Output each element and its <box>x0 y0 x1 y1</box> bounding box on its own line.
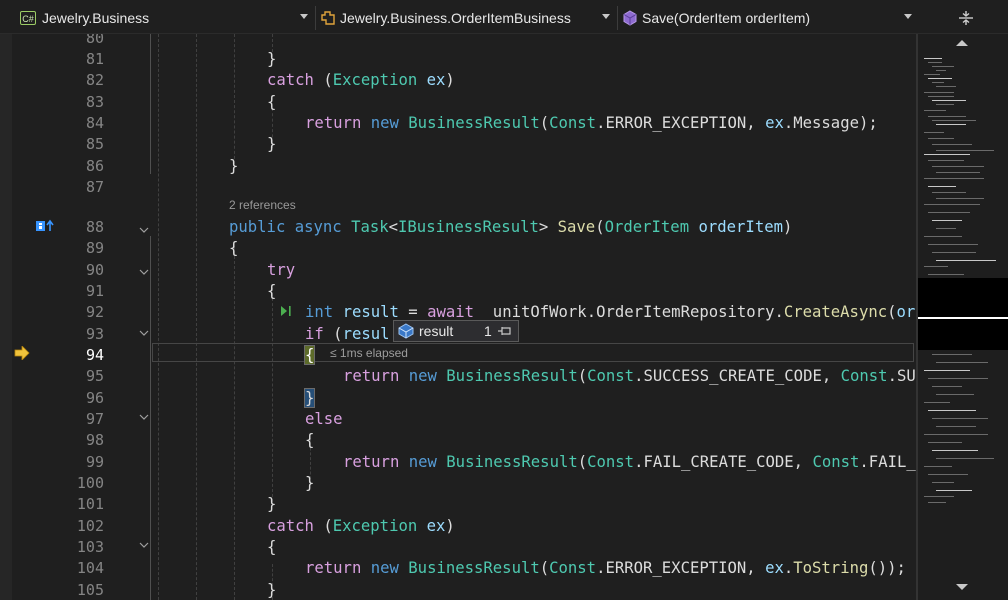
code-line[interactable]: } <box>229 156 238 177</box>
split-window-icon[interactable] <box>958 10 974 26</box>
line-number: 84 <box>85 114 104 132</box>
line-number: 95 <box>85 367 104 385</box>
code-line[interactable]: return new BusinessResult(Const.ERROR_EX… <box>305 113 878 134</box>
scroll-down-arrow-icon[interactable] <box>956 584 968 590</box>
code-line[interactable]: { <box>267 537 276 558</box>
line-number: 87 <box>85 178 104 196</box>
fold-chevron-icon[interactable] <box>139 540 149 550</box>
code-line[interactable]: if (resul <box>305 324 390 345</box>
fold-chevron-icon[interactable] <box>139 225 149 235</box>
line-number: 93 <box>85 325 104 343</box>
code-line[interactable]: else <box>305 409 343 430</box>
local-variable-icon <box>398 323 414 339</box>
line-number: 101 <box>76 495 104 513</box>
code-line[interactable]: { <box>303 345 316 366</box>
code-line[interactable]: catch (Exception ex) <box>267 516 455 537</box>
project-dropdown[interactable]: C# Jewelry.Business <box>14 6 316 30</box>
line-number: 102 <box>76 517 104 535</box>
minimap-viewport[interactable] <box>918 278 1008 350</box>
member-dropdown-label: Save(OrderItem orderItem) <box>642 10 811 26</box>
code-line[interactable]: return new BusinessResult(Const.ERROR_EX… <box>305 558 906 579</box>
code-line[interactable]: { <box>305 430 314 451</box>
code-line[interactable]: try <box>267 260 295 281</box>
fold-chevron-icon[interactable] <box>139 267 149 277</box>
chevron-down-icon <box>300 14 308 19</box>
datatip[interactable]: result 1 <box>393 320 519 342</box>
line-number: 85 <box>85 135 104 153</box>
line-number: 89 <box>85 239 104 257</box>
method-icon <box>623 10 637 26</box>
current-statement-highlight <box>152 343 914 362</box>
codelens-references[interactable]: 2 references <box>229 198 296 212</box>
code-line[interactable]: } <box>267 134 276 155</box>
line-number: 98 <box>85 431 104 449</box>
code-line[interactable]: catch (Exception ex) <box>267 70 455 91</box>
line-number: 92 <box>85 303 104 321</box>
class-dropdown[interactable]: Jewelry.Business.OrderItemBusiness <box>314 6 618 30</box>
code-line[interactable]: } <box>267 494 276 515</box>
chevron-down-icon <box>904 14 912 19</box>
datatip-name: result <box>419 323 454 339</box>
fold-chevron-icon[interactable] <box>139 328 149 338</box>
class-dropdown-label: Jewelry.Business.OrderItemBusiness <box>340 10 571 26</box>
pin-icon[interactable] <box>498 326 512 336</box>
navigation-bar: C# Jewelry.Business Jewelry.Business.Ord… <box>0 0 1008 34</box>
code-line[interactable]: { <box>267 92 276 113</box>
line-number: 97 <box>85 410 104 428</box>
code-line[interactable]: { <box>267 281 276 302</box>
scroll-up-arrow-icon[interactable] <box>956 40 968 46</box>
indicator-margin[interactable] <box>0 34 12 600</box>
code-line[interactable]: } <box>303 388 316 409</box>
line-number: 86 <box>85 157 104 175</box>
code-line[interactable]: return new BusinessResult(Const.FAIL_CRE… <box>343 452 916 473</box>
code-line[interactable]: return new BusinessResult(Const.SUCCESS_… <box>343 366 916 387</box>
line-number: 80 <box>85 34 104 47</box>
datatip-value[interactable]: 1 <box>484 323 492 339</box>
minimap-current-position <box>918 317 1008 319</box>
line-number: 81 <box>85 50 104 68</box>
line-number: 90 <box>85 261 104 279</box>
run-to-click-icon[interactable] <box>280 304 292 318</box>
line-number: 88 <box>85 218 104 236</box>
fold-chevron-icon[interactable] <box>139 412 149 422</box>
code-line[interactable]: public async Task<IBusinessResult> Save(… <box>229 217 792 238</box>
perf-tip: ≤ 1ms elapsed <box>330 346 408 360</box>
line-number-current: 94 <box>85 346 104 364</box>
class-icon <box>321 11 335 25</box>
csharp-project-icon: C# <box>20 11 36 25</box>
code-line[interactable]: } <box>267 49 276 70</box>
line-number: 103 <box>76 538 104 556</box>
code-line[interactable]: } <box>305 473 314 494</box>
line-number: 91 <box>85 282 104 300</box>
code-line[interactable]: { <box>229 238 238 259</box>
project-dropdown-label: Jewelry.Business <box>42 10 150 26</box>
line-number: 82 <box>85 71 104 89</box>
line-number: 104 <box>76 559 104 577</box>
execution-pointer-icon[interactable] <box>14 346 30 360</box>
line-number: 100 <box>76 474 104 492</box>
line-number: 105 <box>76 581 104 599</box>
implements-interface-icon[interactable] <box>36 219 56 233</box>
member-dropdown[interactable]: Save(OrderItem orderItem) <box>616 6 918 30</box>
code-line[interactable]: } <box>267 580 276 600</box>
chevron-down-icon <box>602 14 610 19</box>
line-number: 96 <box>85 389 104 407</box>
scrollbar-map[interactable] <box>918 34 1008 600</box>
code-editor[interactable]: 2 references ≤ 1ms elapsed 80 81 82 83 8… <box>0 34 918 600</box>
line-number: 83 <box>85 93 104 111</box>
line-number: 99 <box>85 453 104 471</box>
